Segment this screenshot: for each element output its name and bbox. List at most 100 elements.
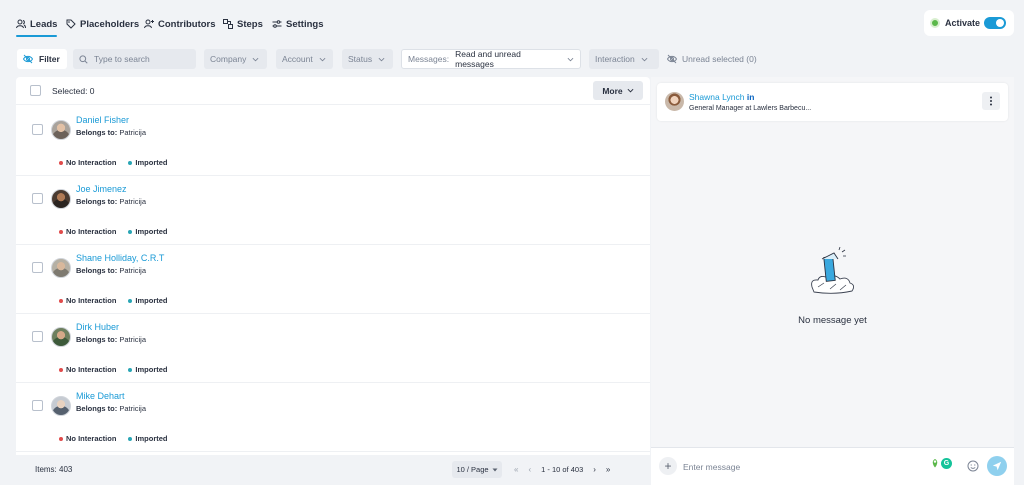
red-dot-icon	[59, 436, 63, 441]
lead-checkbox[interactable]	[32, 124, 43, 135]
lead-row[interactable]: Dirk Huber Belongs to: Patricija No Inte…	[16, 315, 650, 383]
top-nav: Leads Placeholders Contributors Steps Se…	[0, 0, 1024, 44]
interaction-badge: No Interaction	[59, 434, 116, 443]
contact-card: Shawna Lynch in General Manager at Lawle…	[657, 83, 1008, 121]
items-count: Items: 403	[35, 465, 73, 474]
interaction-badge: No Interaction	[59, 365, 116, 374]
per-page-select[interactable]: 10 / Page	[452, 461, 502, 478]
avatar	[51, 258, 71, 278]
tab-leads[interactable]: Leads	[16, 16, 58, 37]
lead-row[interactable]: Shane Holliday, C.R.T Belongs to: Patric…	[16, 246, 650, 314]
tab-steps[interactable]: Steps	[223, 16, 263, 32]
lead-name[interactable]: Daniel Fisher	[76, 115, 129, 125]
user-plus-icon	[144, 19, 154, 29]
lead-name[interactable]: Shane Holliday, C.R.T	[76, 253, 164, 263]
lead-row[interactable]: Daniel Fisher Belongs to: Patricija No I…	[16, 108, 650, 176]
avatar	[51, 189, 71, 209]
contact-name[interactable]: Shawna Lynch in	[689, 92, 754, 102]
chevron-down-icon	[378, 57, 385, 61]
emoji-icon[interactable]	[967, 460, 979, 472]
messages-dropdown[interactable]: Messages: Read and unread messages	[401, 49, 581, 69]
list-header: Selected: 0 More	[16, 77, 650, 105]
select-all-checkbox[interactable]	[30, 85, 41, 96]
send-icon	[992, 461, 1002, 471]
message-input[interactable]	[683, 459, 923, 475]
status-dropdown[interactable]: Status	[342, 49, 393, 69]
filter-button[interactable]: Filter	[17, 49, 67, 69]
lead-checkbox[interactable]	[32, 331, 43, 342]
avatar	[665, 92, 684, 111]
chevron-down-icon	[319, 57, 326, 61]
caret-down-icon	[492, 468, 498, 471]
tab-label: Settings	[286, 18, 324, 30]
users-icon	[16, 19, 26, 29]
teal-dot-icon	[128, 298, 133, 303]
contact-title: General Manager at Lawlers Barbecu...	[689, 105, 812, 112]
lead-row[interactable]: Joe Jimenez Belongs to: Patricija No Int…	[16, 177, 650, 245]
per-page-label: 10 / Page	[456, 465, 489, 474]
empty-message-text: No message yet	[798, 315, 867, 326]
filter-bar: Filter Type to search Company Account St…	[0, 49, 1024, 71]
lead-checkbox[interactable]	[32, 193, 43, 204]
red-dot-icon	[59, 160, 63, 165]
teal-dot-icon	[128, 367, 133, 372]
tab-contributors[interactable]: Contributors	[144, 16, 216, 32]
next-page-icon[interactable]: ›	[593, 465, 596, 474]
tab-placeholders[interactable]: Placeholders	[66, 16, 139, 32]
lead-owner: Belongs to: Patricija	[76, 404, 147, 413]
lead-tags: No Interaction Imported	[59, 227, 168, 236]
interaction-dropdown[interactable]: Interaction	[589, 49, 659, 69]
avatar	[51, 120, 71, 140]
search-field[interactable]: Type to search	[73, 49, 196, 69]
source-badge: Imported	[128, 227, 168, 236]
more-button[interactable]: More	[593, 81, 643, 100]
sliders-icon	[272, 20, 282, 28]
contact-menu-button[interactable]	[982, 92, 1000, 110]
leads-list-panel: Selected: 0 More Daniel Fisher Belongs t…	[16, 77, 650, 455]
source-badge: Imported	[128, 365, 168, 374]
grammarly-icon: G	[941, 458, 952, 469]
page-range: 1 - 10 of 403	[541, 465, 584, 474]
unread-selected-label: Unread selected (0)	[682, 54, 757, 64]
eye-off-icon	[23, 54, 33, 64]
lead-tags: No Interaction Imported	[59, 296, 168, 305]
teal-dot-icon	[128, 160, 133, 165]
last-page-icon[interactable]: »	[606, 465, 610, 474]
account-label: Account	[282, 54, 313, 64]
company-dropdown[interactable]: Company	[204, 49, 267, 69]
grammarly-widget[interactable]: G	[931, 458, 952, 469]
lead-owner: Belongs to: Patricija	[76, 197, 147, 206]
source-badge: Imported	[128, 296, 168, 305]
chevron-down-icon	[627, 88, 634, 93]
unread-selected-toggle[interactable]: Unread selected (0)	[667, 49, 757, 69]
avatar	[51, 396, 71, 416]
interaction-badge: No Interaction	[59, 158, 116, 167]
lead-name[interactable]: Mike Dehart	[76, 391, 125, 401]
activate-toggle[interactable]	[984, 17, 1006, 29]
lead-row[interactable]: Mike Dehart Belongs to: Patricija No Int…	[16, 384, 650, 452]
pagination: « ‹ 1 - 10 of 403 › »	[514, 461, 610, 478]
conversation-panel: Shawna Lynch in General Manager at Lawle…	[651, 77, 1014, 485]
red-dot-icon	[59, 298, 63, 303]
linkedin-icon[interactable]: in	[747, 92, 755, 102]
lead-checkbox[interactable]	[32, 400, 43, 411]
selected-count: Selected: 0	[52, 86, 95, 96]
account-dropdown[interactable]: Account	[276, 49, 333, 69]
prev-page-icon[interactable]: ‹	[528, 465, 531, 474]
lead-name[interactable]: Dirk Huber	[76, 322, 119, 332]
message-composer: + G	[651, 447, 1014, 485]
lead-checkbox[interactable]	[32, 262, 43, 273]
add-attachment-button[interactable]: +	[659, 457, 677, 475]
interaction-badge: No Interaction	[59, 227, 116, 236]
lead-owner: Belongs to: Patricija	[76, 266, 147, 275]
empty-inbox-illustration-icon	[811, 247, 855, 294]
tab-label: Placeholders	[80, 18, 140, 30]
first-page-icon[interactable]: «	[514, 465, 518, 474]
avatar	[51, 327, 71, 347]
lead-name[interactable]: Joe Jimenez	[76, 184, 127, 194]
tab-settings[interactable]: Settings	[272, 16, 323, 32]
lead-tags: No Interaction Imported	[59, 158, 168, 167]
search-icon	[79, 54, 88, 64]
filter-label: Filter	[39, 54, 60, 64]
send-button[interactable]	[987, 456, 1007, 476]
